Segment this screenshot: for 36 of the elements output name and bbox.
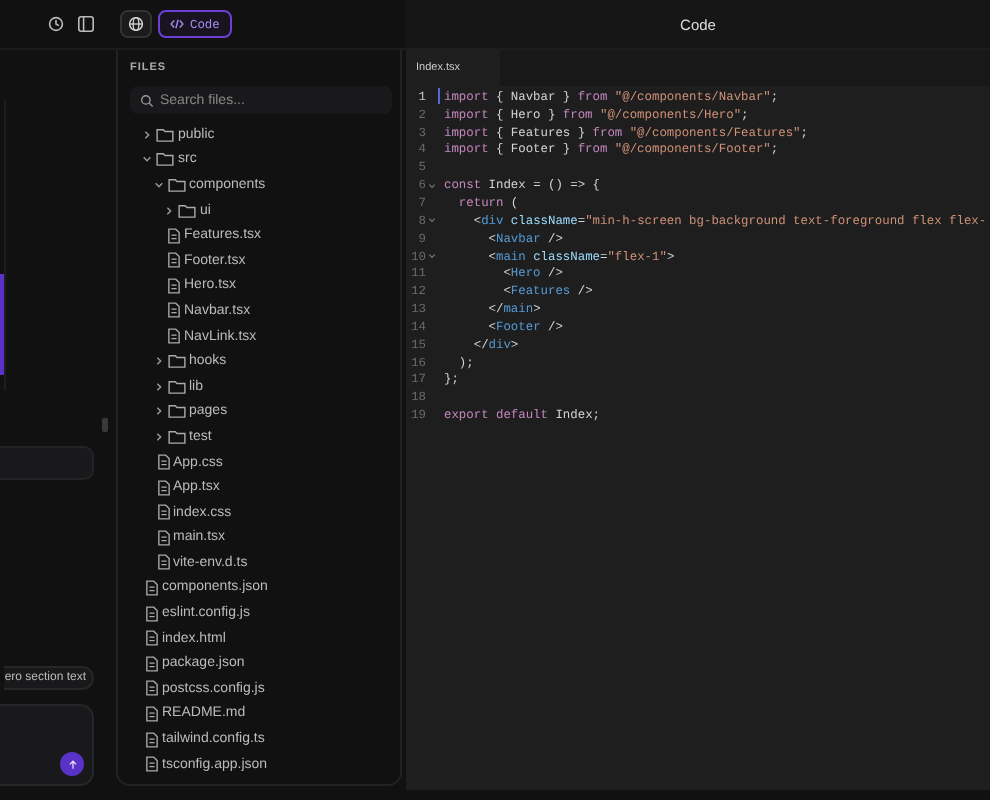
file-icon	[146, 731, 158, 748]
chevron-right-icon[interactable]	[153, 356, 163, 367]
file-icon	[157, 454, 169, 471]
file-icon	[146, 630, 158, 647]
send-button[interactable]	[60, 752, 84, 776]
code-icon	[170, 18, 184, 30]
file-icon	[168, 302, 180, 319]
search-icon	[140, 93, 154, 107]
message-input[interactable]	[0, 704, 94, 786]
chevron-right-icon[interactable]	[153, 406, 163, 417]
preview-button[interactable]	[120, 10, 152, 38]
file-icon	[146, 579, 158, 596]
file-icon	[168, 277, 180, 294]
chevron-right-icon[interactable]	[153, 431, 163, 442]
file-icon	[157, 504, 169, 521]
chevron-right-icon[interactable]	[153, 381, 163, 392]
globe-icon	[128, 16, 144, 32]
history-icon[interactable]	[48, 16, 64, 32]
resize-handle[interactable]	[102, 418, 108, 432]
arrow-up-icon	[67, 759, 77, 769]
file-icon	[146, 705, 158, 722]
file-icon	[146, 680, 158, 697]
file-icon	[157, 479, 169, 496]
file-icon	[146, 756, 158, 773]
chevron-right-icon[interactable]	[164, 205, 174, 216]
chevron-down-icon[interactable]	[142, 154, 152, 165]
file-icon	[168, 227, 180, 244]
file-icon	[168, 252, 180, 269]
file-icon	[157, 529, 169, 546]
file-icon	[168, 328, 180, 345]
chevron-down-icon[interactable]	[153, 179, 163, 190]
sidebar-toggle-icon[interactable]	[78, 16, 94, 32]
file-icon	[146, 605, 158, 622]
chevron-right-icon[interactable]	[142, 129, 152, 140]
file-icon	[157, 554, 169, 571]
file-icon	[146, 655, 158, 672]
